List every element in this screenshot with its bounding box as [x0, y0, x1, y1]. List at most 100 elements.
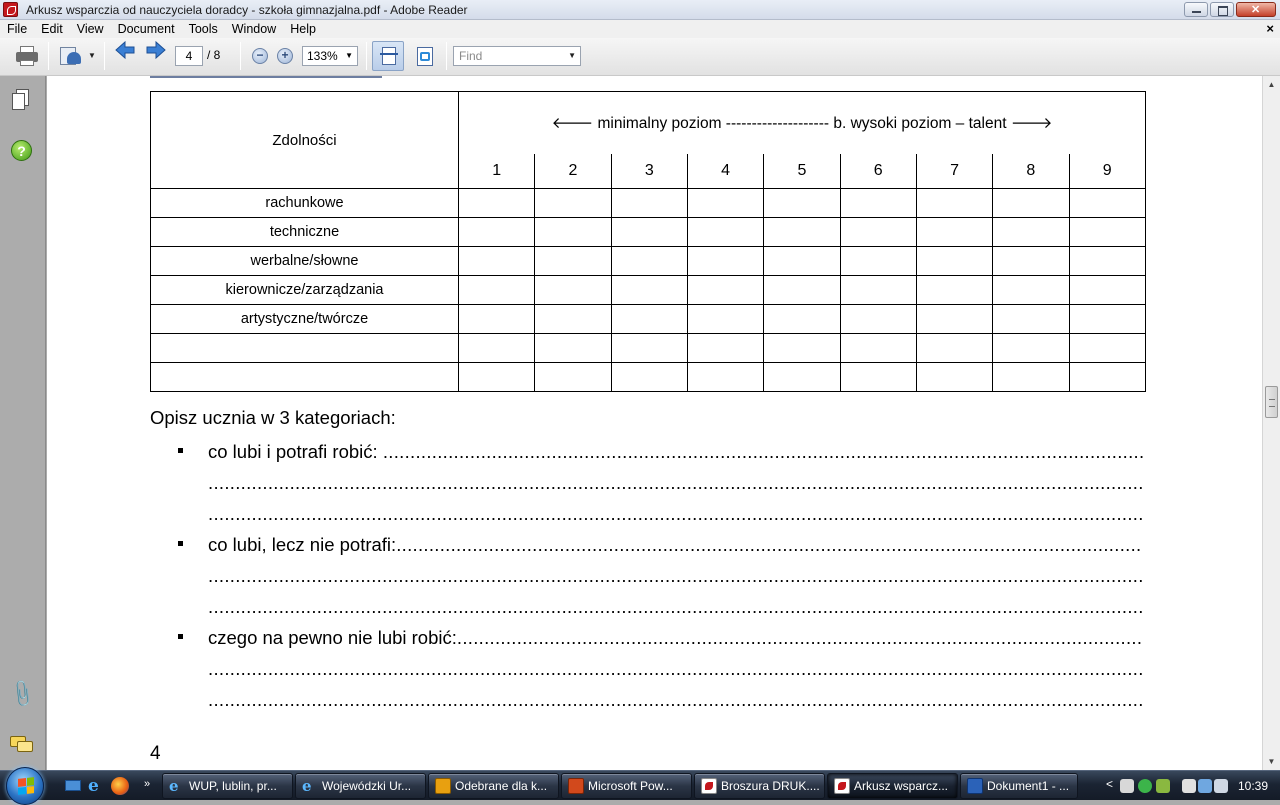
zoom-out-button[interactable] [252, 48, 268, 64]
vertical-scrollbar[interactable]: ▲ ▼ [1262, 76, 1280, 770]
next-page-button[interactable] [145, 40, 167, 60]
rating-cell [915, 304, 994, 334]
rating-cell [839, 333, 917, 363]
ability-label [150, 333, 459, 363]
comments-button[interactable] [10, 736, 34, 754]
help-icon[interactable]: ? [11, 140, 32, 161]
start-button[interactable] [6, 767, 44, 805]
rating-cell [1068, 333, 1146, 363]
menu-tools[interactable]: Tools [182, 20, 225, 38]
taskbar-button[interactable]: Broszura DRUK.... [694, 773, 825, 799]
maximize-button[interactable] [1210, 2, 1234, 17]
toolbar-separator [104, 42, 105, 70]
skill-rows: rachunkowe techniczne werbalne/słowne kiero… [150, 188, 1146, 392]
prev-page-edge [150, 76, 382, 78]
item-label: co lubi i potrafi robić: [208, 441, 383, 462]
title-bar: Arkusz wsparczia od nauczyciela doradcy … [0, 0, 1280, 20]
print-button[interactable] [14, 45, 40, 69]
mail-icon[interactable] [1120, 779, 1134, 793]
rating-cell [992, 188, 1070, 218]
taskbar-button[interactable]: Dokument1 - ... [960, 773, 1078, 799]
firefox-icon[interactable] [111, 777, 129, 795]
fit-width-frame [420, 52, 430, 61]
menu-help[interactable]: Help [283, 20, 323, 38]
taskbar-button[interactable]: e Wojewódzki Ur... [295, 773, 426, 799]
rating-cell [1068, 362, 1146, 392]
table-row: techniczne [150, 217, 1146, 247]
antivirus-icon[interactable] [1156, 779, 1170, 793]
menu-edit[interactable]: Edit [34, 20, 70, 38]
fit-page-button[interactable] [372, 41, 404, 71]
zoom-select[interactable]: 133% ▼ [302, 46, 358, 66]
answer-line: ........................................… [208, 653, 1143, 684]
ie-icon[interactable]: e [88, 777, 106, 795]
volume-icon[interactable] [1214, 779, 1228, 793]
arrow-right-icon [146, 40, 166, 60]
pages-icon-front [12, 93, 25, 110]
arrow-left-icon [115, 40, 135, 60]
answer-line: ........................................… [208, 591, 1143, 622]
rating-cell [686, 188, 765, 218]
previous-page-button[interactable] [114, 40, 136, 60]
find-input[interactable]: Find ▼ [453, 46, 581, 66]
scroll-up-icon[interactable]: ▲ [1263, 76, 1280, 93]
rating-cell [839, 304, 917, 334]
menu-bar: File Edit View Document Tools Window Hel… [0, 20, 1280, 38]
pages-panel-button[interactable] [12, 89, 30, 111]
system-tray: < 10:39 [1100, 771, 1280, 801]
dotted-fill: ........................................… [208, 658, 1143, 679]
collaborate-button[interactable]: ▼ [58, 45, 96, 69]
dotted-fill: ........................................… [208, 472, 1143, 493]
rating-cell [915, 188, 994, 218]
quicklaunch-more-button[interactable]: » [144, 777, 162, 795]
menu-file[interactable]: File [0, 20, 34, 38]
page-number-input[interactable]: 4 [175, 46, 203, 66]
window-title: Arkusz wsparczia od nauczyciela doradcy … [26, 3, 468, 17]
menu-view[interactable]: View [70, 20, 111, 38]
rating-cell [610, 304, 688, 334]
rating-cell [839, 362, 917, 392]
dotted-fill: ........................................… [456, 627, 1143, 648]
taskbar: e » e WUP, lublin, pr... e Wojewódzki Ur..… [0, 767, 1280, 805]
rating-cell [610, 188, 688, 218]
rating-cell [534, 362, 612, 392]
bullet-icon [178, 634, 183, 639]
security-icon[interactable] [1138, 779, 1152, 793]
powerpoint-icon [568, 778, 584, 794]
paperclip-icon[interactable]: 📎 [6, 678, 37, 710]
scroll-down-icon[interactable]: ▼ [1263, 753, 1280, 770]
show-desktop-icon[interactable] [64, 777, 82, 795]
taskbar-button[interactable]: Odebrane dla k... [428, 773, 559, 799]
fit-width-button[interactable] [414, 46, 436, 68]
close-document-button[interactable]: × [1266, 21, 1274, 36]
rating-cell [763, 333, 841, 363]
item-label: czego na pewno nie lubi robić: [208, 627, 457, 648]
taskbar-button-label: Microsoft Pow... [588, 779, 673, 793]
menu-document[interactable]: Document [111, 20, 182, 38]
toolbar-separator [446, 42, 447, 70]
table-row: artystyczne/twórcze [150, 304, 1146, 334]
network-icon[interactable] [1198, 779, 1212, 793]
level-header: 2 [534, 153, 612, 189]
taskbar-button-active[interactable]: Arkusz wsparcz... [827, 773, 958, 799]
minimize-button[interactable] [1184, 2, 1208, 17]
scroll-thumb[interactable] [1265, 386, 1278, 418]
rating-cell [686, 217, 765, 247]
taskbar-button[interactable]: Microsoft Pow... [561, 773, 692, 799]
device-icon[interactable] [1182, 779, 1196, 793]
zoom-in-button[interactable] [277, 48, 293, 64]
menu-window[interactable]: Window [225, 20, 283, 38]
table-row: kierownicze/zarządzania [150, 275, 1146, 305]
rating-cell [534, 188, 612, 218]
close-button[interactable] [1236, 2, 1276, 17]
rating-cell [1068, 304, 1146, 334]
ie-icon: e [169, 777, 179, 795]
outlook-icon [435, 778, 451, 794]
clock[interactable]: 10:39 [1238, 779, 1268, 793]
rating-cell [992, 246, 1070, 276]
taskbar-button[interactable]: e WUP, lublin, pr... [162, 773, 293, 799]
document-view[interactable]: Zdolności 🡐 minimalny poziom -----------… [47, 76, 1262, 770]
rating-cell [1068, 246, 1146, 276]
answer-line: ........................................… [208, 467, 1143, 498]
show-hidden-icons-button[interactable]: < [1106, 777, 1113, 791]
